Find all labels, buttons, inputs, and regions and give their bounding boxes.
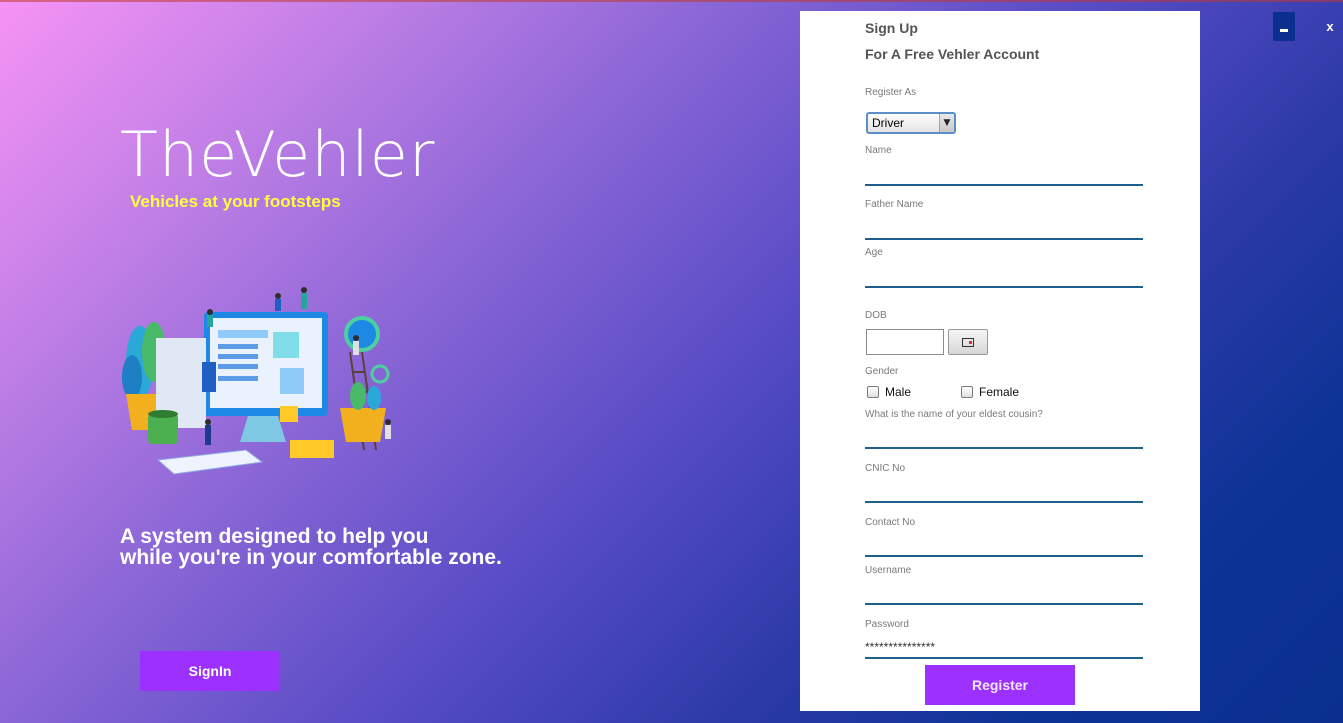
signin-button[interactable]: SignIn xyxy=(140,651,280,691)
dob-label: DOB xyxy=(865,310,887,321)
password-input[interactable] xyxy=(865,637,1143,659)
contact-input[interactable] xyxy=(865,535,1143,557)
brand-tagline: Vehicles at your footsteps xyxy=(130,192,341,211)
security-question-label: What is the name of your eldest cousin? xyxy=(865,409,1043,420)
description-line-1: A system designed to help you xyxy=(120,525,429,548)
description-line-2: while you're in your comfortable zone. xyxy=(120,546,502,569)
name-input[interactable] xyxy=(865,164,1143,186)
age-input[interactable] xyxy=(865,266,1143,288)
password-label: Password xyxy=(865,619,909,630)
name-label: Name xyxy=(865,145,892,156)
username-label: Username xyxy=(865,565,912,576)
signup-subtitle: For A Free Vehler Account xyxy=(865,46,1040,62)
gender-female-option[interactable]: Female xyxy=(961,385,1019,399)
female-label: Female xyxy=(979,385,1020,399)
age-label: Age xyxy=(865,247,883,258)
window-top-border xyxy=(0,0,1343,2)
cnic-label: CNIC No xyxy=(865,463,906,474)
male-checkbox[interactable] xyxy=(867,386,879,398)
signup-title: Sign Up xyxy=(865,20,918,36)
female-checkbox[interactable] xyxy=(961,386,973,398)
father-name-input[interactable] xyxy=(865,218,1143,240)
register-button[interactable]: Register xyxy=(925,665,1075,705)
close-button[interactable]: x xyxy=(1319,12,1341,41)
signup-panel: Sign Up For A Free Vehler Account Regist… xyxy=(800,11,1200,711)
minimize-button[interactable] xyxy=(1273,12,1295,41)
brand-title: TheVehler xyxy=(120,118,436,191)
gender-label: Gender xyxy=(865,366,899,377)
father-name-label: Father Name xyxy=(865,199,924,210)
register-as-select[interactable]: Driver ▼ xyxy=(866,112,956,134)
brand-description: A system designed to help you while you'… xyxy=(120,526,502,568)
male-label: Male xyxy=(885,385,912,399)
minimize-icon xyxy=(1280,29,1288,32)
gender-male-option[interactable]: Male xyxy=(867,385,911,399)
dob-picker-button[interactable] xyxy=(948,329,988,355)
chevron-down-icon[interactable]: ▼ xyxy=(939,114,954,132)
calendar-icon xyxy=(962,337,974,347)
register-as-value: Driver xyxy=(872,116,904,130)
security-answer-input[interactable] xyxy=(865,427,1143,449)
cnic-input[interactable] xyxy=(865,481,1143,503)
register-as-label: Register As xyxy=(865,87,917,98)
dob-input[interactable] xyxy=(866,329,944,355)
contact-label: Contact No xyxy=(865,517,916,528)
username-input[interactable] xyxy=(865,583,1143,605)
workspace-illustration xyxy=(122,287,391,475)
